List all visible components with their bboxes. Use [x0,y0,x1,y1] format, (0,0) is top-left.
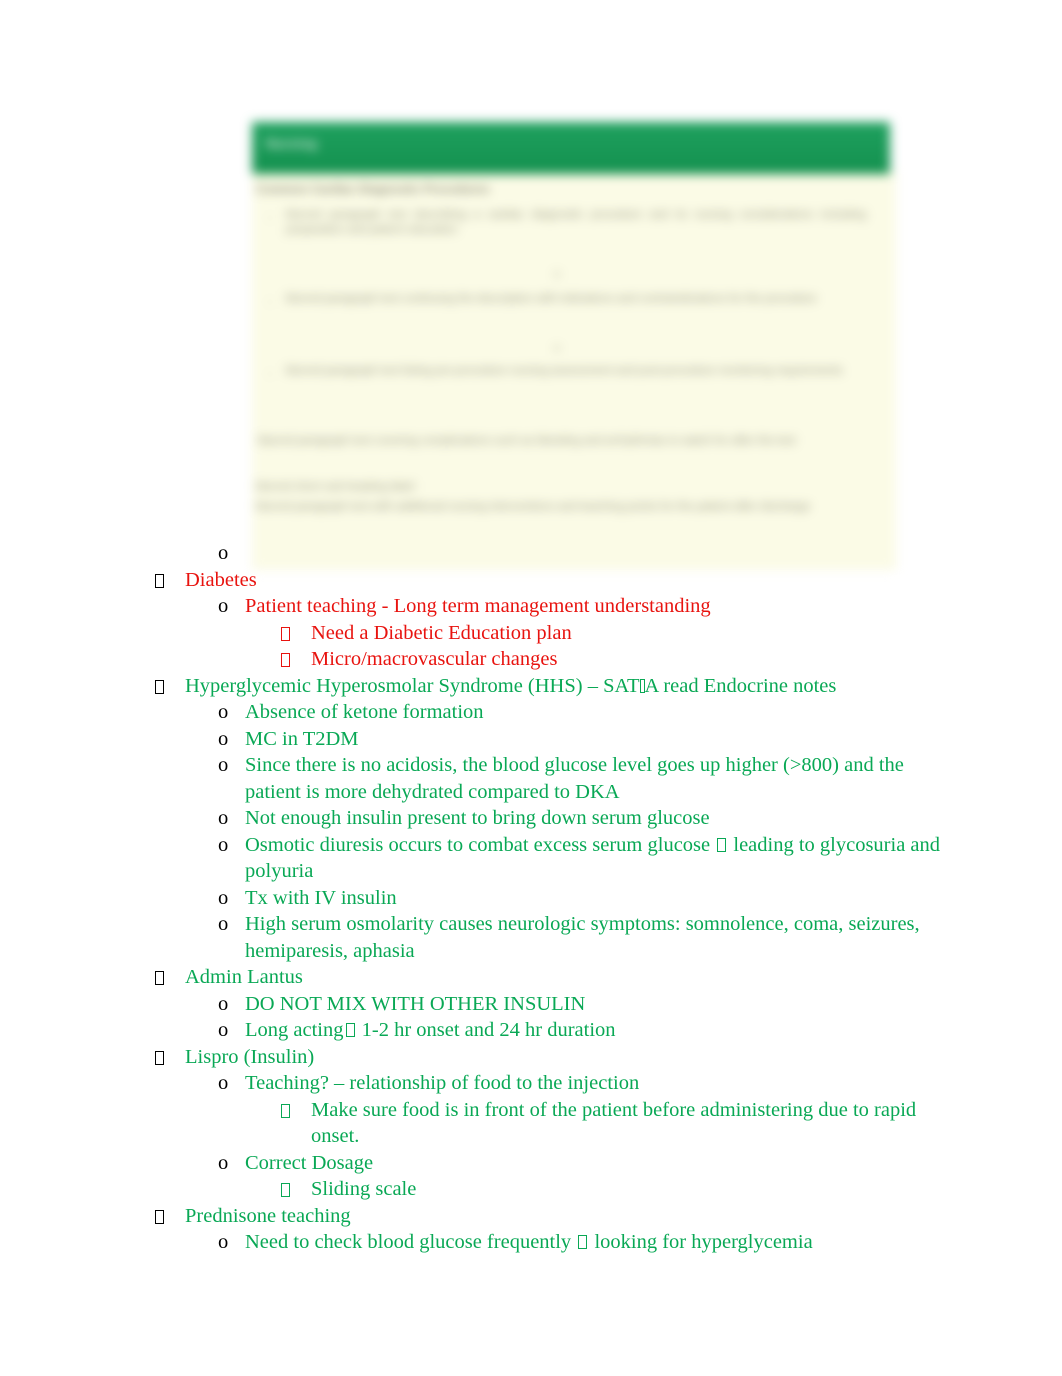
list-item-text: Prednisone teaching [185,1204,351,1227]
bullet-marker-letter-o: o [218,1072,229,1094]
bullet-marker-letter-o: o [218,754,229,776]
list-item-text: Make sure food is in front of the patien… [311,1098,917,1148]
bullet-marker-letter-o: o [218,1019,229,1041]
bullet-marker-letter-o: o [218,1151,229,1174]
list-item: o Osmotic diuresis occurs to combat exce… [0,832,1062,885]
bullet-marker-letter-o: o [218,886,229,909]
list-item: Hyperglycemic Hyperosmolar Syndrome (HHS… [0,673,1062,700]
list-item: o Long acting 1-2 hr onset and 24 hr dur… [0,1017,1062,1044]
bullet-marker-letter-o: o [218,807,229,829]
figure-body-line-6: blurred paragraph text with additional n… [256,501,811,513]
list-item-text: High serum osmolarity causes neurologic … [245,913,920,962]
bullet-marker-tofu-icon [155,964,185,991]
inline-arrow-missing-glyph-icon [717,837,727,852]
bullet-marker-tofu-icon [155,673,185,700]
inline-arrow-missing-glyph-icon [578,1235,588,1249]
list-item-text: Tx with IV insulin [245,886,397,909]
list-item-text-before: Need to check blood glucose frequently [245,1231,577,1253]
list-item: o Teaching? – relationship of food to th… [0,1070,1062,1097]
list-item-text: Absence of ketone formation [245,701,484,723]
list-item: o Not enough insulin present to bring do… [0,805,1062,832]
bullet-marker-letter-o: o [218,913,229,935]
bullet-marker-tofu-icon [281,1176,311,1203]
list-item: Sliding scale [0,1176,1062,1203]
list-item: Lispro (Insulin) [0,1044,1062,1071]
list-item: o Patient teaching - Long term managemen… [0,593,1062,620]
figure-body-line-4: blurred paragraph text covering complica… [258,435,796,447]
figure-bullet-2: o [554,340,560,354]
list-item: Admin Lantus [0,964,1062,991]
figure-body-line-5: blurred short sub-heading label [256,481,415,493]
bullet-marker-tofu-icon [281,1097,311,1124]
list-item: o MC in T2DM [0,726,1062,753]
bullet-marker-letter-o: o [218,833,229,856]
list-item-text-after: looking for hyperglycemia [589,1231,813,1253]
list-item: o Absence of ketone formation [0,699,1062,726]
figure-header-title: Nursing [266,136,318,151]
list-item: o High serum osmolarity causes neurologi… [0,911,1062,964]
bullet-marker-tofu-icon [155,1044,185,1071]
list-item: o Since there is no acidosis, the blood … [0,752,1062,805]
list-item-text: Long acting 1-2 hr onset and 24 hr durat… [245,1017,955,1044]
embedded-blurred-screenshot: Nursing Common Cardiac Diagnostic Proced… [244,118,896,570]
list-item: o DO NOT MIX WITH OTHER INSULIN [0,991,1062,1018]
list-item: Diabetes [0,567,1062,594]
figure-body-line-3: blurred paragraph text listing pre-proce… [286,365,843,377]
bullet-marker-tofu-icon [155,567,185,594]
figure-marker-3: - [268,366,272,380]
list-item-text: Lispro (Insulin) [185,1045,315,1068]
bullet-marker-tofu-icon [281,646,311,673]
list-item-text: Patient teaching - Long term management … [245,595,711,617]
list-item-text: Micro/macrovascular changes [311,648,558,670]
list-item-text-after: 1-2 hr onset and 24 hr duration [356,1019,616,1041]
figure-subtitle: Common Cardiac Diagnostic Procedures [256,182,490,196]
figure-header-bar: Nursing [252,122,890,174]
figure-marker-1: - [268,210,272,224]
bullet-marker-tofu-icon [281,620,311,647]
bullet-marker-letter-o: o [218,542,229,564]
figure-body-line-1: blurred paragraph text describing a card… [286,209,866,236]
list-item: Prednisone teaching [0,1203,1062,1230]
list-item: Micro/macrovascular changes [0,646,1062,673]
outline-list: o Diabetes o Patient teaching - Long ter… [0,540,1062,1256]
list-item: o Need to check blood glucose frequently… [0,1229,1062,1256]
list-item-text: DO NOT MIX WITH OTHER INSULIN [245,992,586,1015]
figure-marker-2: - [268,294,272,308]
list-item-text: Sliding scale [311,1178,417,1200]
list-item: o [0,540,1062,567]
figure-body-line-2: blurred paragraph text continuing the de… [286,293,817,305]
list-item: o Correct Dosage [0,1150,1062,1177]
bullet-marker-letter-o: o [218,701,229,723]
bullet-marker-letter-o: o [218,992,229,1015]
bullet-marker-letter-o: o [218,727,229,750]
list-item-text: Osmotic diuresis occurs to combat excess… [245,832,955,885]
inline-arrow-missing-glyph-icon [345,1023,355,1037]
figure-bullet-1: o [554,266,560,280]
list-item-text: Diabetes [185,568,257,591]
list-item-text: MC in T2DM [245,727,359,750]
list-item-text: Need to check blood glucose frequently l… [245,1229,955,1256]
document-page: Nursing Common Cardiac Diagnostic Proced… [0,0,1062,1376]
list-item-text: Not enough insulin present to bring down… [245,807,710,829]
bullet-marker-letter-o: o [218,595,229,617]
list-item: Need a Diabetic Education plan [0,620,1062,647]
list-item-text: Admin Lantus [185,966,303,988]
list-item-text-before: Hyperglycemic Hyperosmolar Syndrome (HHS… [185,674,640,697]
bullet-marker-letter-o: o [218,1231,229,1253]
list-item-text-before: Osmotic diuresis occurs to combat excess… [245,833,716,856]
list-item: Make sure food is in front of the patien… [0,1097,1062,1150]
list-item-text: Since there is no acidosis, the blood gl… [245,754,904,803]
list-item-text: Hyperglycemic Hyperosmolar Syndrome (HHS… [185,673,955,700]
list-item-text: Correct Dosage [245,1151,374,1174]
list-item-text: Need a Diabetic Education plan [311,621,572,644]
list-item-text-before: Long acting [245,1019,344,1041]
list-item-text-after: A read Endocrine notes [644,674,837,697]
list-item-text: Teaching? – relationship of food to the … [245,1072,640,1094]
list-item: o Tx with IV insulin [0,885,1062,912]
bullet-marker-tofu-icon [155,1203,185,1230]
